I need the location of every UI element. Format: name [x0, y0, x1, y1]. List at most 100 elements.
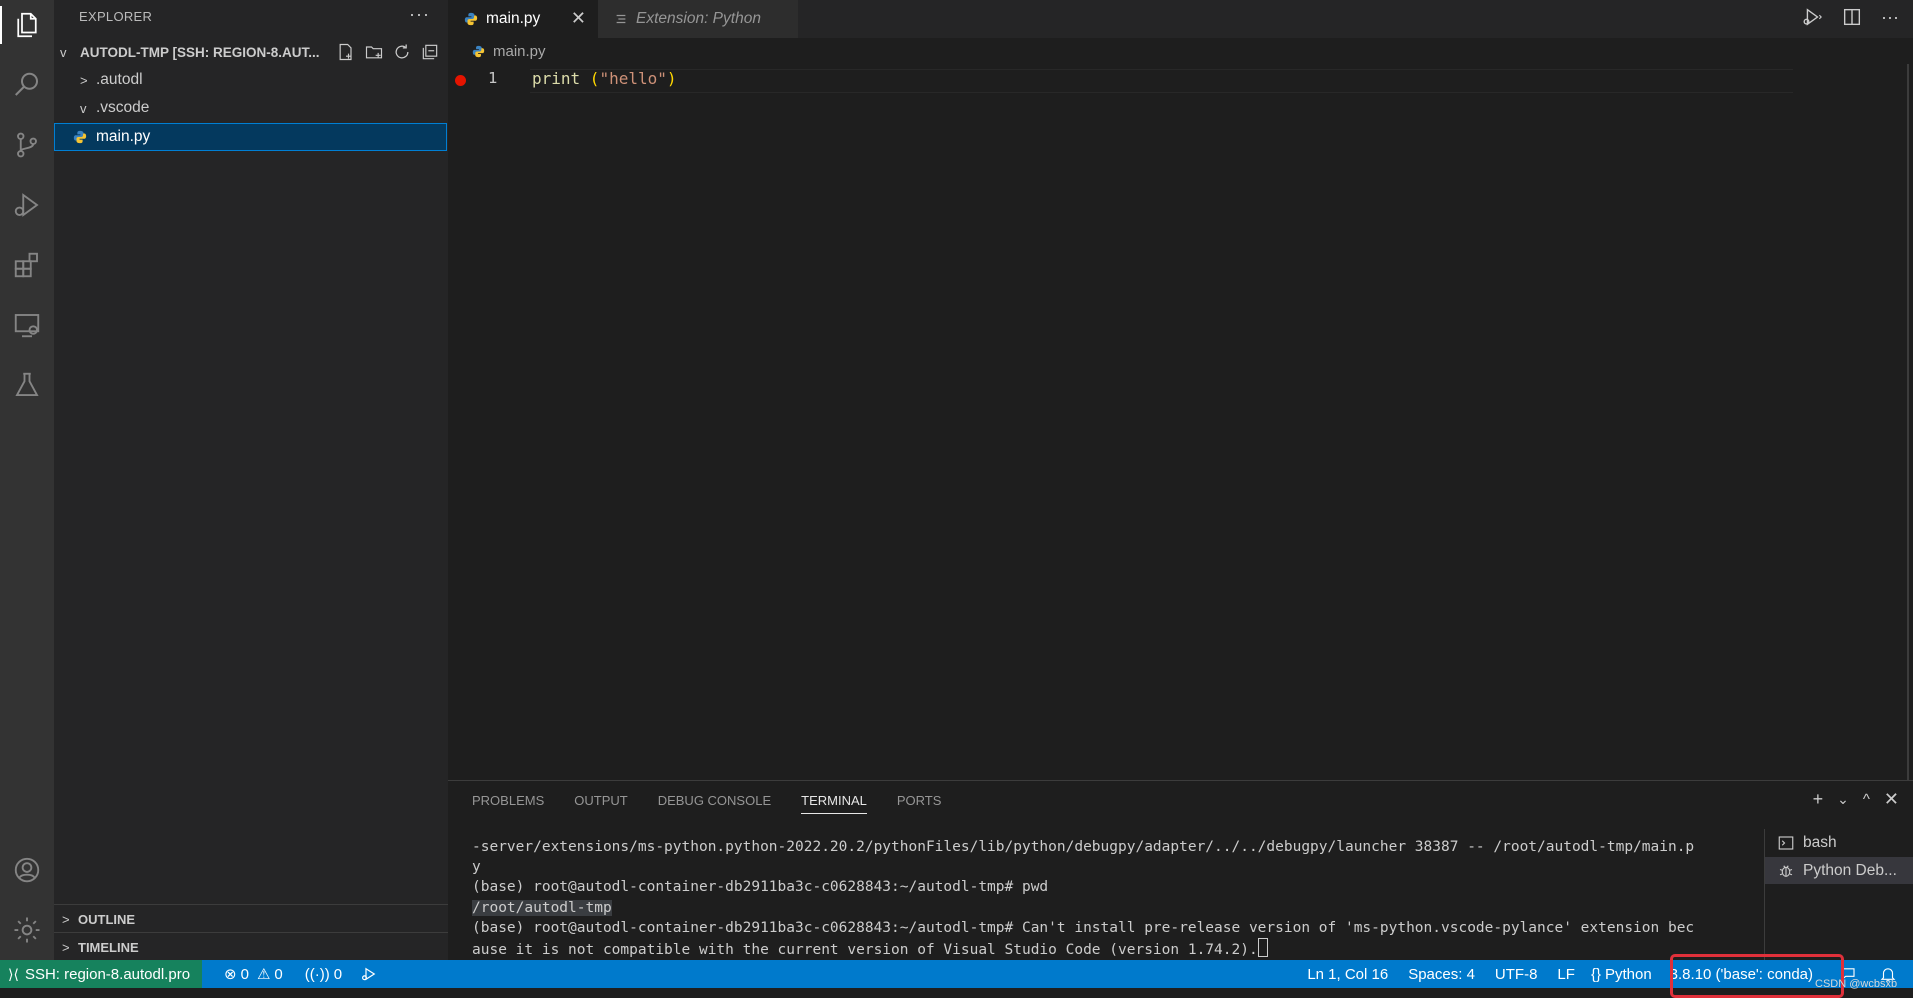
problems-indicator[interactable]: ⊗ 0 ⚠ 0: [224, 960, 283, 988]
terminal-line: -server/extensions/ms-python.python-2022…: [472, 839, 1695, 855]
code-line[interactable]: print ("hello"): [532, 69, 677, 88]
terminal-icon: [1778, 835, 1794, 850]
terminal-output[interactable]: -server/extensions/ms-python.python-2022…: [472, 837, 1772, 960]
annotation-highlight-box: [1670, 954, 1844, 998]
terminal-line: /root/autodl-tmp: [472, 899, 612, 916]
error-icon: ⊗: [224, 966, 237, 983]
chevron-down-icon: v: [80, 100, 87, 116]
remote-icon: ⟩⟨: [8, 965, 19, 982]
breakpoint-icon[interactable]: [455, 75, 466, 86]
terminal-list: bash Python Deb...: [1764, 829, 1913, 961]
tree-item-vscode[interactable]: v .vscode: [54, 94, 448, 122]
terminal-line: ause it is not compatible with the curre…: [472, 942, 1258, 959]
chevron-right-icon: >: [62, 939, 70, 955]
remote-label: SSH: region-8.autodl.pro: [24, 965, 191, 983]
code-string: "hello": [599, 69, 667, 88]
terminal-item-python-debug[interactable]: Python Deb...: [1765, 857, 1913, 884]
remote-indicator[interactable]: ⟩⟨ SSH: region-8.autodl.pro: [0, 960, 203, 988]
terminal-line: (base) root@autodl-container-db2911ba3c-…: [472, 919, 1695, 936]
python-file-icon: [464, 12, 478, 26]
line-number: 1: [488, 69, 498, 87]
tab-debug-console[interactable]: DEBUG CONSOLE: [658, 793, 771, 814]
remote-explorer-icon[interactable]: [0, 300, 54, 350]
python-file-icon: [472, 45, 485, 57]
debug-icon: [1779, 864, 1793, 877]
new-folder-icon[interactable]: [364, 42, 384, 62]
chevron-right-icon: >: [80, 72, 88, 88]
error-count: 0: [240, 965, 249, 983]
refresh-icon[interactable]: [392, 42, 412, 62]
language-mode[interactable]: {} Python: [1591, 960, 1652, 988]
tab-output[interactable]: OUTPUT: [574, 793, 627, 814]
ports-indicator[interactable]: ((·)) 0: [305, 960, 342, 988]
tab-terminal[interactable]: TERMINAL: [801, 793, 867, 814]
more-actions-icon[interactable]: ···: [1881, 7, 1899, 28]
extensions-icon[interactable]: [0, 240, 54, 290]
workspace-folder-header[interactable]: v AUTODL-TMP [SSH: REGION-8.AUT...: [54, 38, 448, 66]
code-paren-close: ): [666, 69, 677, 88]
broadcast-icon: ((·)): [304, 965, 330, 983]
breadcrumb[interactable]: main.py: [448, 38, 1913, 64]
run-debug-icon[interactable]: [0, 180, 54, 230]
run-python-file-icon[interactable]: [1801, 6, 1823, 28]
source-control-icon[interactable]: [0, 120, 54, 170]
breadcrumb-file[interactable]: main.py: [493, 43, 546, 60]
code-paren-open: (: [589, 69, 600, 88]
split-editor-icon[interactable]: [1841, 6, 1863, 28]
chevron-down-icon[interactable]: ⌄: [1837, 791, 1849, 808]
watermark: CSDN @wcbsxb: [1815, 978, 1898, 990]
activity-bar: [0, 0, 54, 960]
tab-label: Extension: Python: [636, 10, 761, 27]
explorer-sidebar: EXPLORER ··· v AUTODL-TMP [SSH: REGION-8…: [54, 0, 448, 960]
ports-count: 0: [333, 965, 343, 983]
end-of-line[interactable]: LF: [1557, 960, 1575, 988]
terminal-item-label: bash: [1803, 833, 1837, 851]
editor-tab-bar: main.py ✕ Extension: Python ···: [448, 0, 1913, 38]
tree-item-label: .vscode: [96, 99, 150, 116]
tree-item-label: .autodl: [96, 71, 143, 88]
explorer-icon[interactable]: [0, 0, 54, 50]
terminal-cursor: [1257, 938, 1268, 958]
terminal-line: (base) root@autodl-container-db2911ba3c-…: [472, 879, 1049, 896]
new-terminal-icon[interactable]: +: [1813, 789, 1824, 810]
chevron-right-icon: >: [62, 911, 70, 927]
cursor-position[interactable]: Ln 1, Col 16: [1307, 960, 1388, 988]
close-panel-icon[interactable]: ✕: [1884, 789, 1899, 810]
timeline-section[interactable]: > TIMELINE: [54, 932, 448, 961]
outline-section[interactable]: > OUTLINE: [54, 904, 448, 933]
tree-item-main-py[interactable]: main.py: [54, 123, 447, 151]
settings-gear-icon[interactable]: [0, 905, 54, 955]
braces-icon: {}: [1590, 965, 1601, 983]
tab-label: main.py: [486, 10, 541, 27]
code-editor[interactable]: 1 print ("hello"): [448, 64, 1913, 780]
tree-item-label: main.py: [96, 128, 151, 145]
tab-ports[interactable]: PORTS: [897, 793, 942, 814]
search-icon[interactable]: [0, 60, 54, 110]
warning-count: 0: [274, 965, 283, 983]
python-file-icon: [73, 130, 87, 144]
editor-scrollbar[interactable]: [1907, 64, 1909, 780]
maximize-panel-icon[interactable]: ^: [1863, 791, 1870, 808]
tab-main-py[interactable]: main.py ✕: [448, 0, 598, 38]
code-function: print: [532, 69, 590, 88]
workspace-folder-name: AUTODL-TMP [SSH: REGION-8.AUT...: [80, 44, 320, 60]
encoding[interactable]: UTF-8: [1495, 960, 1538, 988]
current-line-highlight: [530, 69, 1793, 93]
new-file-icon[interactable]: [336, 42, 356, 62]
indentation[interactable]: Spaces: 4: [1408, 960, 1475, 988]
status-bar: ⟩⟨ SSH: region-8.autodl.pro ⊗ 0 ⚠ 0 ((·)…: [0, 960, 1913, 988]
terminal-item-bash[interactable]: bash: [1765, 829, 1913, 856]
warning-icon: ⚠: [256, 966, 271, 983]
tab-problems[interactable]: PROBLEMS: [472, 793, 544, 814]
accounts-icon[interactable]: [0, 845, 54, 895]
debug-status-icon[interactable]: [360, 960, 378, 988]
testing-icon[interactable]: [0, 360, 54, 410]
collapse-all-icon[interactable]: [420, 42, 440, 62]
tree-item-autodl[interactable]: > .autodl: [54, 66, 448, 94]
close-icon[interactable]: ✕: [571, 8, 586, 29]
more-actions-icon[interactable]: ···: [409, 4, 430, 25]
terminal-item-label: Python Deb...: [1803, 861, 1897, 879]
bottom-panel: PROBLEMS OUTPUT DEBUG CONSOLE TERMINAL P…: [448, 780, 1913, 961]
tab-extension-python[interactable]: Extension: Python: [598, 0, 798, 38]
preview-icon: [616, 14, 626, 24]
